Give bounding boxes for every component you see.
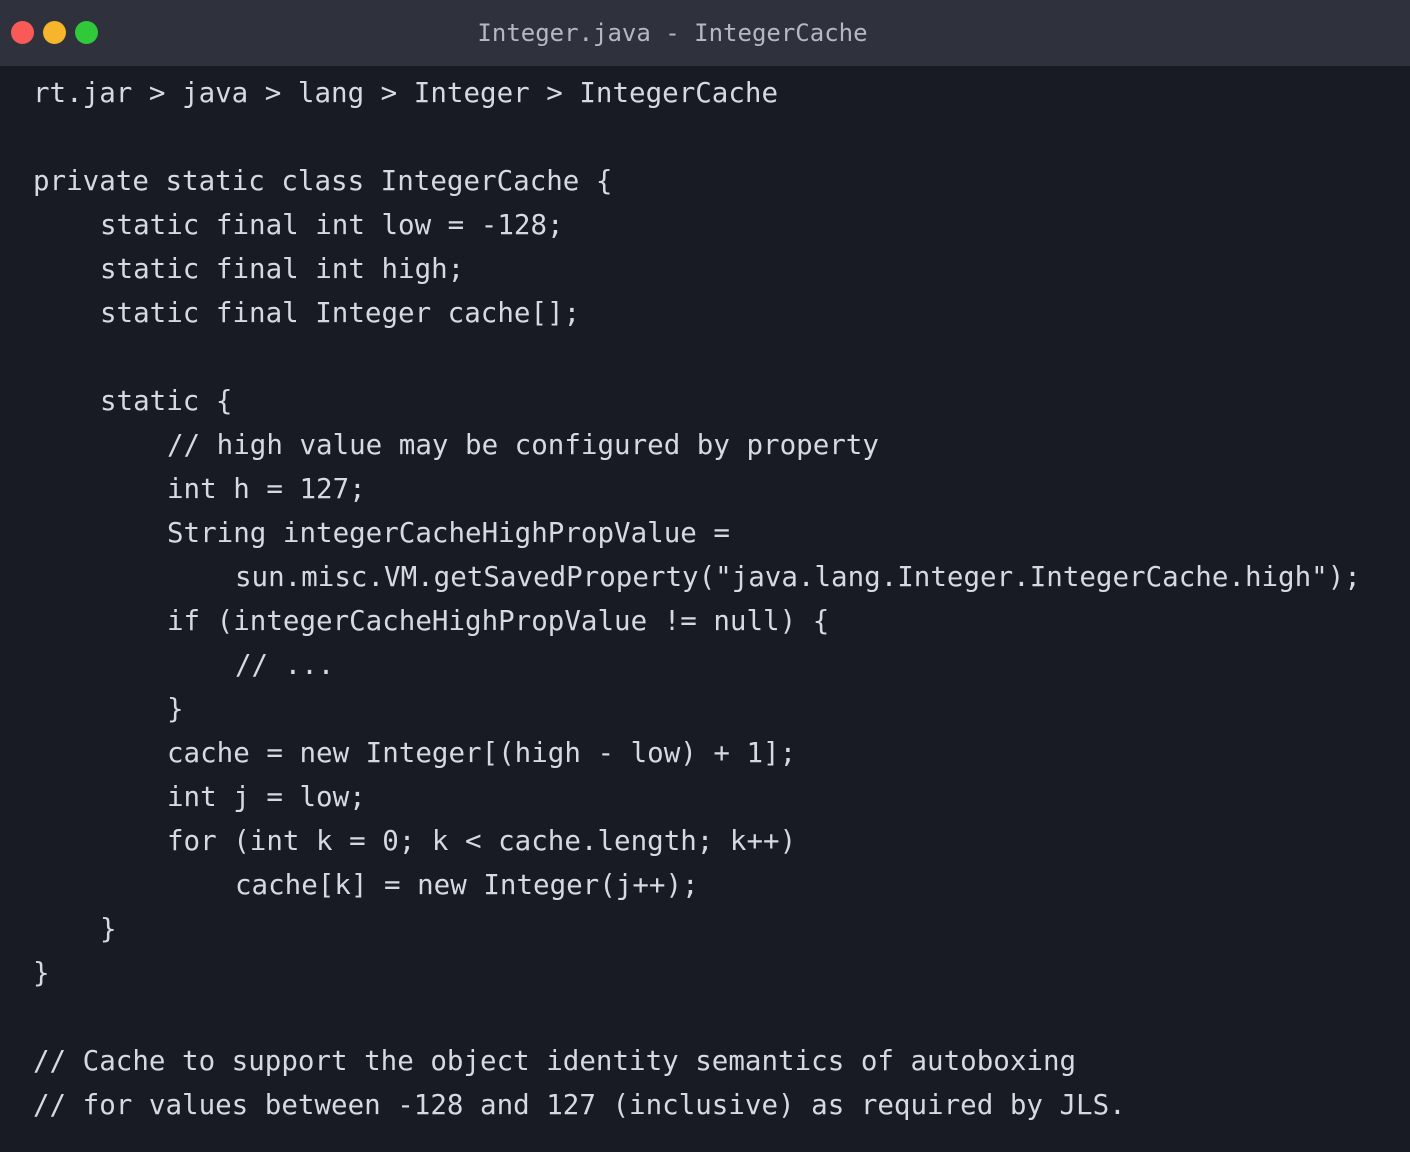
code-line: static final int low = -128; (100, 209, 564, 241)
code-line: for (int k = 0; k < cache.length; k++) (167, 825, 797, 857)
breadcrumb: rt.jar > java > lang > Integer > Integer… (33, 77, 779, 109)
code-line: if (integerCacheHighPropValue != null) { (167, 605, 830, 637)
code-comment: // Cache to support the object identity … (33, 1045, 1077, 1077)
code-line: int h = 127; (167, 473, 366, 505)
code-line: private static class IntegerCache { (33, 165, 613, 197)
window-title: Integer.java - IntegerCache (477, 19, 868, 47)
code-view[interactable]: rt.jar > java > lang > Integer > Integer… (0, 66, 1410, 1152)
code-line: } (167, 693, 184, 725)
editor-window: Integer.java - IntegerCache rt.jar > jav… (0, 0, 1410, 1152)
code-line: cache[k] = new Integer(j++); (235, 869, 699, 901)
code-line: static final Integer cache[]; (100, 297, 581, 329)
code-line: } (33, 957, 50, 989)
code-line: cache = new Integer[(high - low) + 1]; (167, 737, 797, 769)
code-line: static final int high; (100, 253, 465, 285)
code-comment: // for values between -128 and 127 (incl… (33, 1089, 1126, 1121)
code-line: static { (100, 385, 233, 417)
code-line: String integerCacheHighPropValue = (167, 517, 730, 549)
code-comment: // ... (235, 649, 335, 681)
code-line: } (100, 913, 117, 945)
title-bar: Integer.java - IntegerCache (0, 0, 1410, 66)
code-line: int j = low; (167, 781, 366, 813)
code-comment: // high value may be configured by prope… (167, 429, 879, 461)
code-line: sun.misc.VM.getSavedProperty("java.lang.… (235, 561, 1361, 593)
